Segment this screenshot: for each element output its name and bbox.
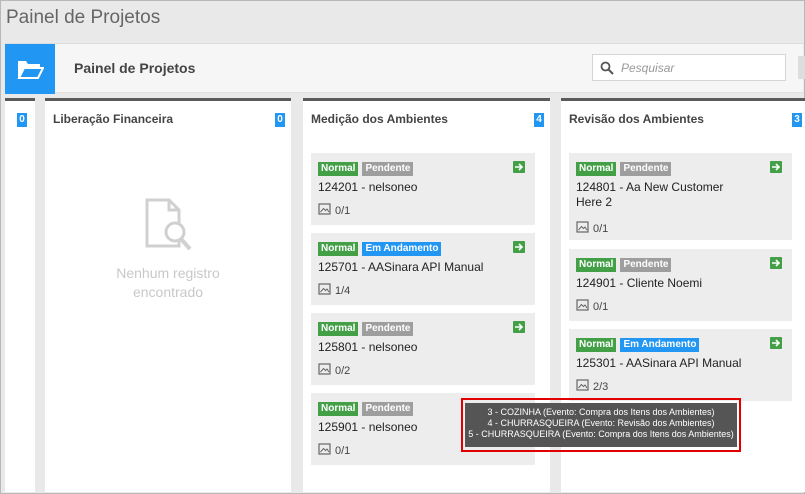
arrow-right-icon[interactable] — [513, 161, 525, 173]
card-progress: 0/1 — [593, 222, 609, 235]
arrow-right-icon[interactable] — [770, 337, 782, 349]
empty-text-line2: encontrado — [132, 284, 204, 300]
image-icon — [576, 379, 589, 394]
kanban-column-liberacao-financeira: Liberação Financeira 0 Nenhum registro e… — [45, 98, 291, 492]
project-card[interactable]: Normal Em Andamento 125301 - AASinara AP… — [569, 329, 792, 401]
card-title: 124801 - Aa New Customer Here 2 — [576, 180, 724, 209]
arrow-right-icon[interactable] — [513, 241, 525, 253]
header-button-stub[interactable] — [798, 56, 805, 79]
project-card[interactable]: Normal Em Andamento 125701 - AASinara AP… — [311, 233, 535, 305]
status-badge: Pendente — [362, 322, 414, 336]
status-badge: Em Andamento — [620, 338, 700, 352]
arrow-right-icon[interactable] — [770, 161, 782, 173]
card-title: 125301 - AASinara API Manual — [576, 356, 742, 370]
image-icon — [576, 299, 589, 314]
status-badge: Pendente — [620, 258, 672, 272]
column-title: Medição dos Ambientes — [311, 112, 448, 126]
column-count-badge: 3 — [792, 113, 802, 127]
page-title: Painel de Projetos — [74, 60, 196, 76]
card-title: 125801 - nelsoneo — [318, 340, 418, 354]
tooltip-line: 4 - CHURRASQUEIRA (Evento: Revisão dos A… — [487, 418, 715, 428]
project-card[interactable]: Normal Pendente 124201 - nelsoneo 0/1 — [311, 153, 535, 225]
status-badge: Pendente — [362, 402, 414, 416]
card-title: 124901 - Cliente Noemi — [576, 276, 703, 290]
card-progress: 0/1 — [593, 300, 609, 313]
arrow-right-icon[interactable] — [513, 321, 525, 333]
app-header: Painel de Projetos — [5, 43, 805, 94]
tooltip-line: 3 - COZINHA (Evento: Compra dos Itens do… — [487, 407, 715, 417]
status-badge: Pendente — [620, 162, 672, 176]
status-badge: Em Andamento — [362, 242, 442, 256]
column-count-badge: 0 — [275, 113, 285, 127]
folder-open-icon — [5, 44, 55, 94]
priority-badge: Normal — [576, 162, 617, 176]
priority-badge: Normal — [576, 258, 617, 272]
card-progress: 0/2 — [335, 364, 351, 377]
card-progress: 1/4 — [335, 284, 351, 297]
card-progress: 0/1 — [335, 444, 351, 457]
document-search-icon — [45, 196, 291, 254]
window-title: Painel de Projetos — [6, 7, 161, 28]
column-count-badge: 4 — [534, 113, 544, 127]
project-card[interactable]: Normal Pendente 124801 - Aa New Customer… — [569, 153, 792, 240]
priority-badge: Normal — [318, 322, 359, 336]
column-title: Revisão dos Ambientes — [569, 112, 704, 126]
project-card[interactable]: Normal Pendente 124901 - Cliente Noemi 0… — [569, 249, 792, 321]
card-progress: 2/3 — [593, 380, 609, 393]
project-card[interactable]: Normal Pendente 125801 - nelsoneo 0/2 — [311, 313, 535, 385]
image-icon — [318, 443, 331, 458]
arrow-right-icon[interactable] — [770, 257, 782, 269]
image-icon — [318, 203, 331, 218]
priority-badge: Normal — [318, 162, 359, 176]
status-badge: Pendente — [362, 162, 414, 176]
search-box[interactable] — [592, 54, 786, 81]
priority-badge: Normal — [576, 338, 617, 352]
empty-state: Nenhum registro encontrado — [45, 196, 291, 302]
column-count-badge: 0 — [17, 113, 27, 127]
card-progress: 0/1 — [335, 204, 351, 217]
priority-badge: Normal — [318, 402, 359, 416]
search-input[interactable] — [621, 60, 781, 75]
environments-tooltip: 3 - COZINHA (Evento: Compra dos Itens do… — [465, 403, 737, 447]
search-icon — [593, 61, 621, 75]
column-title: Liberação Financeira — [53, 112, 174, 126]
empty-text-line1: Nenhum registro — [116, 265, 220, 281]
priority-badge: Normal — [318, 242, 359, 256]
card-title: 124201 - nelsoneo — [318, 180, 418, 194]
card-title: 125701 - AASinara API Manual — [318, 260, 484, 274]
tooltip-line: 5 - CHURRASQUEIRA (Evento: Compra dos It… — [468, 429, 734, 439]
image-icon — [318, 363, 331, 378]
image-icon — [318, 283, 331, 298]
image-icon — [576, 221, 589, 236]
kanban-column: 0 — [5, 98, 35, 492]
